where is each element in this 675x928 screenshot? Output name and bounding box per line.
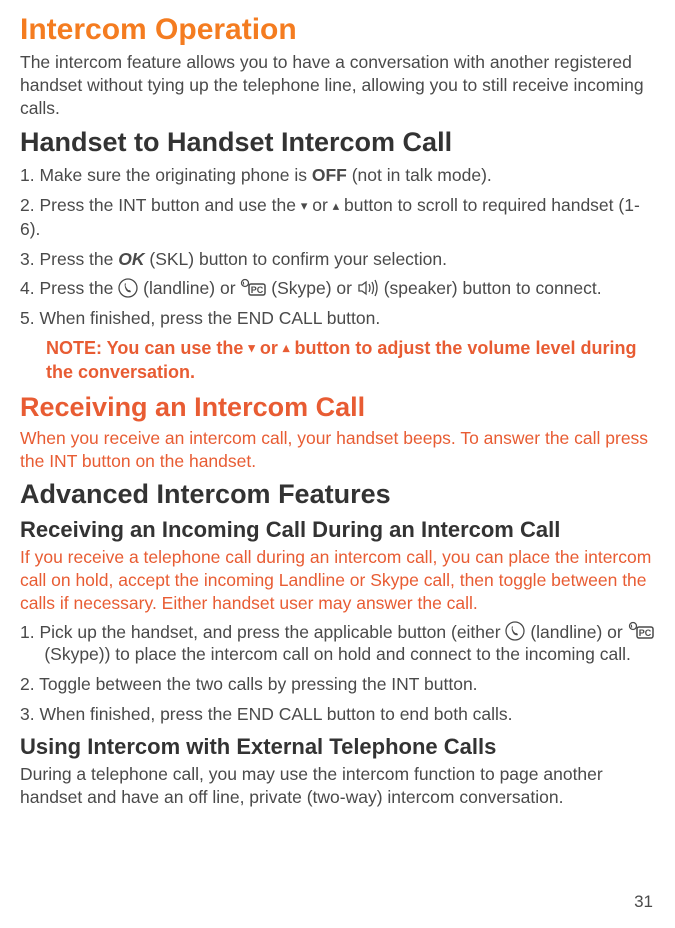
step3-text-a: 3. Press the (20, 249, 118, 269)
sub1-step1-a: 1. Pick up the handset, and press the ap… (20, 622, 505, 642)
pc-skype-icon-2: PC (628, 621, 654, 641)
step-5: 5. When finished, press the END CALL but… (20, 307, 655, 330)
section2-heading: Receiving an Intercom Call (20, 390, 655, 425)
note-a: NOTE: You can use the (46, 338, 248, 358)
speaker-icon (357, 279, 379, 297)
sub1-step-2: 2. Toggle between the two calls by press… (20, 673, 655, 696)
arrow-down-icon (301, 193, 308, 216)
step4-text-c: (Skype) or (266, 278, 356, 298)
sub1-step-3: 3. When finished, press the END CALL but… (20, 703, 655, 726)
phone-icon-2 (505, 621, 525, 641)
page-title: Intercom Operation (20, 10, 655, 49)
sub1-step1-b: (landline) or (525, 622, 627, 642)
step4-text-d: (speaker) button to connect. (379, 278, 602, 298)
pc-skype-icon: PC (240, 278, 266, 298)
step3-text-c: (SKL) button to confirm your selection. (145, 249, 448, 269)
step2-text-a: 2. Press the INT button and use the (20, 195, 301, 215)
section3-heading: Advanced Intercom Features (20, 477, 655, 512)
intro-text: The intercom feature allows you to have … (20, 51, 655, 119)
sub1-step1-c: (Skype)) to place the intercom call on h… (39, 644, 630, 664)
arrow-up-icon-note (283, 335, 290, 358)
sub1-step-1: 1. Pick up the handset, and press the ap… (20, 621, 655, 667)
svg-text:PC: PC (638, 628, 651, 638)
section1-heading: Handset to Handset Intercom Call (20, 125, 655, 160)
arrow-down-icon-note (248, 335, 255, 358)
note-text: NOTE: You can use the or button to adjus… (46, 337, 655, 384)
arrow-up-icon (333, 193, 340, 216)
section3-sub2-text: During a telephone call, you may use the… (20, 763, 655, 809)
svg-text:PC: PC (251, 285, 264, 295)
step-2: 2. Press the INT button and use the or b… (20, 194, 655, 241)
step4-text-a: 4. Press the (20, 278, 118, 298)
phone-icon (118, 278, 138, 298)
section2-text: When you receive an intercom call, your … (20, 427, 655, 473)
step2-text-b: or (307, 195, 332, 215)
step1-text-c: (not in talk mode). (347, 165, 492, 185)
section3-sub2-heading: Using Intercom with External Telephone C… (20, 733, 655, 762)
step4-text-b: (landline) or (138, 278, 240, 298)
step3-ok: OK (118, 249, 144, 269)
step1-off: OFF (312, 165, 347, 185)
step1-text-a: 1. Make sure the originating phone is (20, 165, 312, 185)
note-b: or (255, 338, 283, 358)
step-4: 4. Press the (landline) or PC (Skype) or… (20, 277, 655, 300)
section3-sub1-intro: If you receive a telephone call during a… (20, 546, 655, 614)
step-3: 3. Press the OK (SKL) button to confirm … (20, 248, 655, 271)
step-1: 1. Make sure the originating phone is OF… (20, 164, 655, 187)
section3-sub1-heading: Receiving an Incoming Call During an Int… (20, 516, 655, 545)
page-number: 31 (634, 891, 653, 913)
